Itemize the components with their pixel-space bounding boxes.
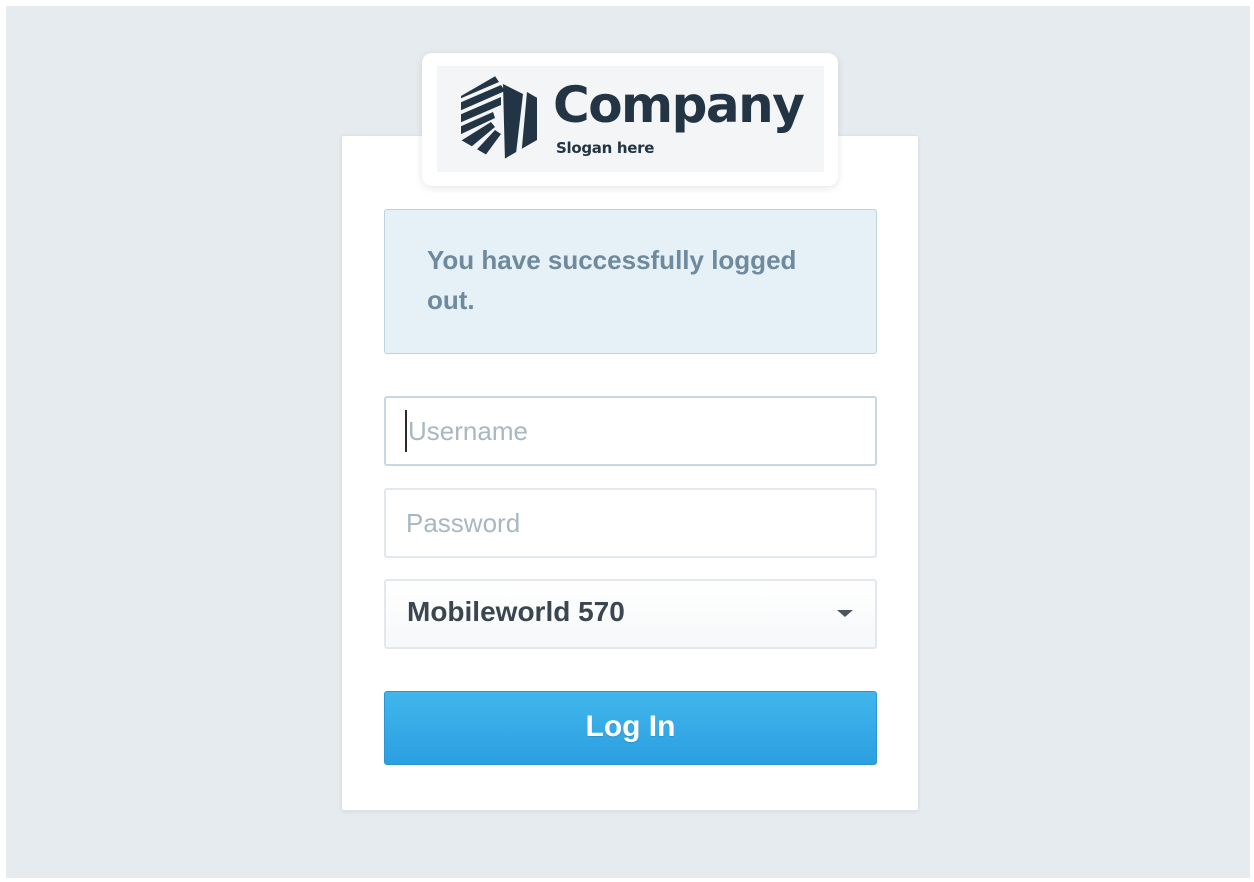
login-button[interactable]: Log In: [384, 691, 877, 765]
company-slogan: Slogan here: [556, 139, 655, 157]
logo-card: Company Slogan here: [422, 53, 838, 186]
company-name: Company: [553, 76, 805, 134]
alert-message: You have successfully logged out.: [427, 245, 797, 315]
logout-success-alert: You have successfully logged out.: [384, 209, 877, 354]
location-select[interactable]: Mobileworld 570: [384, 579, 877, 649]
logo-panel: Company Slogan here: [437, 66, 824, 172]
chevron-down-icon: [837, 610, 853, 617]
location-select-value: Mobileworld 570: [407, 596, 625, 627]
username-input[interactable]: [384, 396, 877, 466]
password-input[interactable]: [384, 488, 877, 558]
striped-hexagon-logo-icon: [461, 74, 537, 162]
text-caret: [405, 410, 407, 452]
